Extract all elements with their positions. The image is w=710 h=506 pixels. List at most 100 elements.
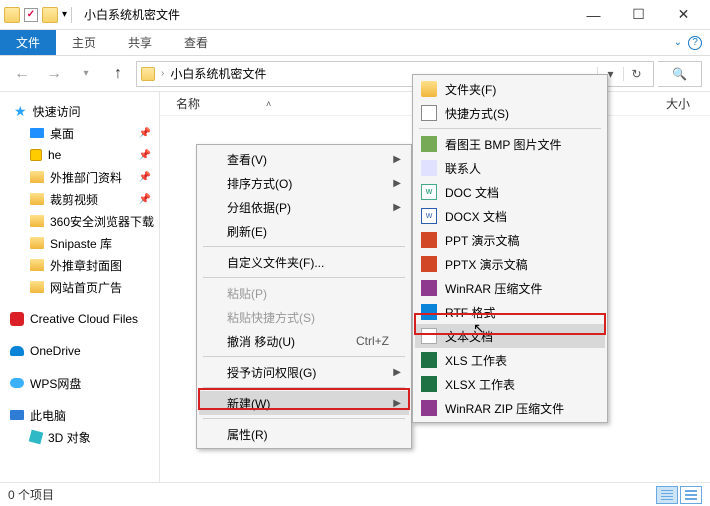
submenu-rar[interactable]: WinRAR 压缩文件 — [415, 276, 605, 300]
zip-icon — [421, 400, 437, 416]
menu-refresh[interactable]: 刷新(E) — [199, 219, 409, 243]
menu-customize[interactable]: 自定义文件夹(F)... — [199, 250, 409, 274]
minimize-button[interactable]: — — [571, 0, 616, 30]
folder-icon — [42, 7, 58, 23]
menu-label: 粘贴(P) — [227, 285, 267, 302]
qat-dropdown-icon[interactable]: ▾ — [62, 9, 67, 20]
menu-label: PPT 演示文稿 — [445, 232, 519, 249]
sidebar-quick-access[interactable]: ★ 快速访问 — [0, 100, 159, 122]
menu-separator — [203, 356, 405, 357]
chevron-right-icon[interactable]: › — [161, 68, 164, 79]
pin-icon: 📌 — [139, 172, 151, 183]
divider — [71, 7, 72, 23]
xlsx-icon — [421, 376, 437, 392]
column-label: 大小 — [666, 97, 690, 111]
ribbon-expand-icon[interactable]: ⌄ — [674, 37, 682, 48]
bmp-icon — [421, 136, 437, 152]
qat-checkbox[interactable]: ✓ — [24, 8, 38, 22]
submenu-txt[interactable]: 文本文档 — [415, 324, 605, 348]
sidebar-item[interactable]: 360安全浏览器下载 — [0, 210, 159, 232]
menu-sort[interactable]: 排序方式(O)▶ — [199, 171, 409, 195]
sidebar-item[interactable]: 网站首页广告 — [0, 276, 159, 298]
folder-icon — [30, 281, 44, 293]
menu-group[interactable]: 分组依据(P)▶ — [199, 195, 409, 219]
maximize-button[interactable]: ☐ — [616, 0, 661, 30]
submenu-pptx[interactable]: PPTX 演示文稿 — [415, 252, 605, 276]
menu-view[interactable]: 查看(V)▶ — [199, 147, 409, 171]
submenu-xls[interactable]: XLS 工作表 — [415, 348, 605, 372]
sidebar-this-pc[interactable]: 此电脑 — [0, 404, 159, 426]
pin-icon: 📌 — [139, 128, 151, 139]
sidebar-item[interactable]: 外推章封面图 — [0, 254, 159, 276]
sidebar-item-label: WPS网盘 — [30, 375, 81, 392]
search-input[interactable]: 🔍 — [658, 61, 702, 87]
tab-home[interactable]: 主页 — [56, 30, 112, 55]
sidebar-onedrive[interactable]: OneDrive — [0, 340, 159, 362]
menu-new[interactable]: 新建(W)▶ — [199, 391, 409, 415]
sidebar-item-label: he — [48, 148, 61, 162]
sidebar-item[interactable]: Snipaste 库 — [0, 232, 159, 254]
item-count: 0 个项目 — [8, 486, 54, 503]
pin-icon: 📌 — [139, 150, 151, 161]
recent-dropdown[interactable]: ▾ — [72, 61, 100, 87]
folder-icon — [421, 81, 437, 97]
menu-label: XLS 工作表 — [445, 352, 507, 369]
menu-grant-access[interactable]: 授予访问权限(G)▶ — [199, 360, 409, 384]
refresh-button[interactable]: ↻ — [623, 67, 649, 81]
menu-label: 自定义文件夹(F)... — [227, 254, 324, 271]
menu-separator — [419, 128, 601, 129]
submenu-zip[interactable]: WinRAR ZIP 压缩文件 — [415, 396, 605, 420]
folder-icon — [30, 215, 44, 227]
submenu-folder[interactable]: 文件夹(F) — [415, 77, 605, 101]
submenu-shortcut[interactable]: 快捷方式(S) — [415, 101, 605, 125]
sidebar-item-desktop[interactable]: 桌面📌 — [0, 122, 159, 144]
sidebar-item[interactable]: 外推部门资料📌 — [0, 166, 159, 188]
menu-label: 粘贴快捷方式(S) — [227, 309, 315, 326]
shortcut-icon — [421, 105, 437, 121]
sidebar: ★ 快速访问 桌面📌 he📌 外推部门资料📌 裁剪视频📌 360安全浏览器下载 … — [0, 92, 160, 482]
column-name[interactable]: 名称˄ — [176, 95, 296, 112]
sidebar-item[interactable]: he 📌 — [0, 144, 159, 166]
help-icon[interactable]: ? — [688, 36, 702, 50]
tab-view[interactable]: 查看 — [168, 30, 224, 55]
menu-label: 查看(V) — [227, 151, 267, 168]
chevron-right-icon: ▶ — [393, 178, 401, 189]
submenu-rtf[interactable]: RTF 格式 — [415, 300, 605, 324]
submenu-xlsx[interactable]: XLSX 工作表 — [415, 372, 605, 396]
submenu-docx[interactable]: WDOCX 文档 — [415, 204, 605, 228]
sidebar-wps[interactable]: WPS网盘 — [0, 372, 159, 394]
submenu-ppt[interactable]: PPT 演示文稿 — [415, 228, 605, 252]
back-button[interactable]: ← — [8, 61, 36, 87]
submenu-doc[interactable]: WDOC 文档 — [415, 180, 605, 204]
sidebar-item[interactable]: 裁剪视频📌 — [0, 188, 159, 210]
sidebar-item-label: 360安全浏览器下载 — [50, 213, 154, 230]
tab-share[interactable]: 共享 — [112, 30, 168, 55]
menu-paste: 粘贴(P) — [199, 281, 409, 305]
view-icons-button[interactable] — [680, 486, 702, 504]
view-details-button[interactable] — [656, 486, 678, 504]
menu-label: DOC 文档 — [445, 184, 499, 201]
submenu-contact[interactable]: 联系人 — [415, 156, 605, 180]
menu-properties[interactable]: 属性(R) — [199, 422, 409, 446]
tab-file[interactable]: 文件 — [0, 30, 56, 55]
wps-icon — [10, 378, 24, 388]
sidebar-3d-objects[interactable]: 3D 对象 — [0, 426, 159, 448]
column-label: 名称 — [176, 95, 200, 112]
sidebar-creative-cloud[interactable]: Creative Cloud Files — [0, 308, 159, 330]
close-button[interactable]: ✕ — [661, 0, 706, 30]
forward-button[interactable]: → — [40, 61, 68, 87]
menu-label: 快捷方式(S) — [445, 105, 509, 122]
pptx-icon — [421, 256, 437, 272]
column-size[interactable]: 大小 — [666, 95, 690, 112]
onedrive-icon — [10, 346, 24, 356]
cube-icon — [29, 430, 44, 445]
sidebar-item-label: 3D 对象 — [48, 429, 91, 446]
menu-undo[interactable]: 撤消 移动(U)Ctrl+Z — [199, 329, 409, 353]
contact-icon — [421, 160, 437, 176]
ribbon: 文件 主页 共享 查看 ⌄ ? — [0, 30, 710, 56]
breadcrumb[interactable]: 小白系统机密文件 — [170, 65, 266, 82]
up-button[interactable]: ↑ — [104, 61, 132, 87]
submenu-bmp[interactable]: 看图王 BMP 图片文件 — [415, 132, 605, 156]
folder-icon — [4, 7, 20, 23]
menu-label: 分组依据(P) — [227, 199, 291, 216]
